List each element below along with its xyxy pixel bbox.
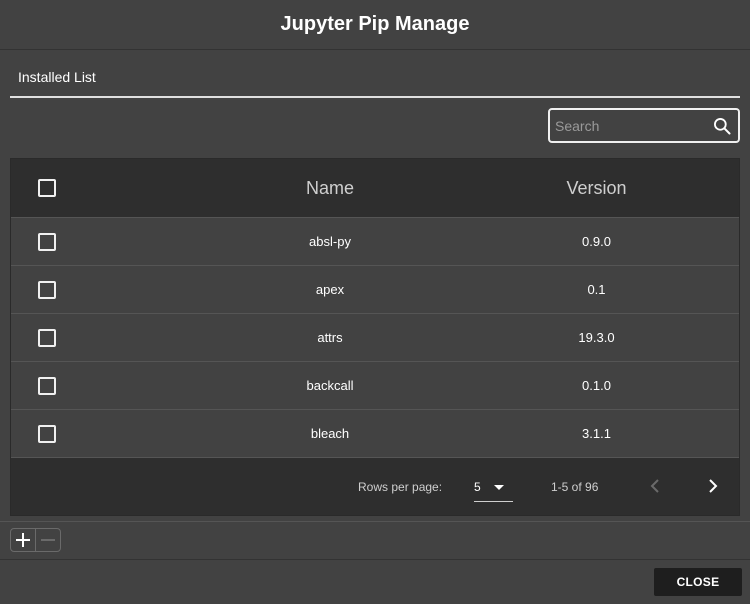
search-box[interactable] — [548, 108, 740, 143]
add-package-button[interactable] — [11, 529, 36, 551]
table-row[interactable]: bleach 3.1.1 — [11, 409, 739, 457]
table-row[interactable]: backcall 0.1.0 — [11, 361, 739, 409]
row-checkbox[interactable] — [38, 232, 56, 251]
table-row[interactable]: apex 0.1 — [11, 265, 739, 313]
close-button[interactable]: CLOSE — [654, 568, 742, 596]
rows-per-page-value: 5 — [474, 480, 481, 494]
rows-per-page-select[interactable]: 5 — [474, 476, 513, 502]
column-header-name[interactable]: Name — [171, 178, 489, 199]
package-version: 0.9.0 — [582, 234, 611, 249]
previous-page-icon[interactable] — [647, 476, 663, 496]
package-name: backcall — [306, 378, 354, 393]
tab-installed-list[interactable]: Installed List — [18, 69, 96, 85]
table-row[interactable]: absl-py 0.9.0 — [11, 217, 739, 265]
row-checkbox[interactable] — [38, 280, 56, 299]
package-version: 0.1.0 — [582, 378, 611, 393]
package-version: 19.3.0 — [578, 330, 615, 345]
table-header: Name Version — [11, 159, 739, 217]
select-all-checkbox[interactable] — [38, 179, 56, 197]
plus-icon-stem — [22, 533, 24, 547]
dialog-title: Jupyter Pip Manage — [0, 0, 750, 50]
search-input[interactable] — [550, 117, 700, 134]
pagination-bar: Rows per page: 5 1-5 of 96 — [11, 457, 739, 515]
package-name: absl-py — [309, 234, 351, 249]
rows-per-page-label: Rows per page: — [358, 480, 443, 494]
remove-package-button[interactable] — [36, 529, 60, 551]
divider — [0, 521, 750, 522]
tab-indicator — [10, 96, 740, 98]
package-name: bleach — [310, 426, 350, 441]
search-icon[interactable] — [712, 116, 732, 136]
package-version: 3.1.1 — [582, 426, 611, 441]
add-remove-group — [10, 528, 61, 552]
package-name: apex — [315, 282, 345, 297]
row-checkbox[interactable] — [38, 376, 56, 395]
package-version: 0.1 — [587, 282, 606, 297]
packages-table: Name Version absl-py 0.9.0 apex 0.1 attr… — [10, 158, 740, 516]
column-header-version[interactable]: Version — [489, 178, 704, 199]
dropdown-arrow-icon — [494, 485, 504, 490]
divider — [0, 559, 750, 560]
minus-icon — [40, 539, 55, 541]
row-checkbox[interactable] — [38, 424, 56, 443]
row-checkbox[interactable] — [38, 328, 56, 347]
package-name: attrs — [317, 330, 343, 345]
page-range: 1-5 of 96 — [551, 480, 599, 494]
next-page-icon[interactable] — [705, 476, 721, 496]
table-row[interactable]: attrs 19.3.0 — [11, 313, 739, 361]
